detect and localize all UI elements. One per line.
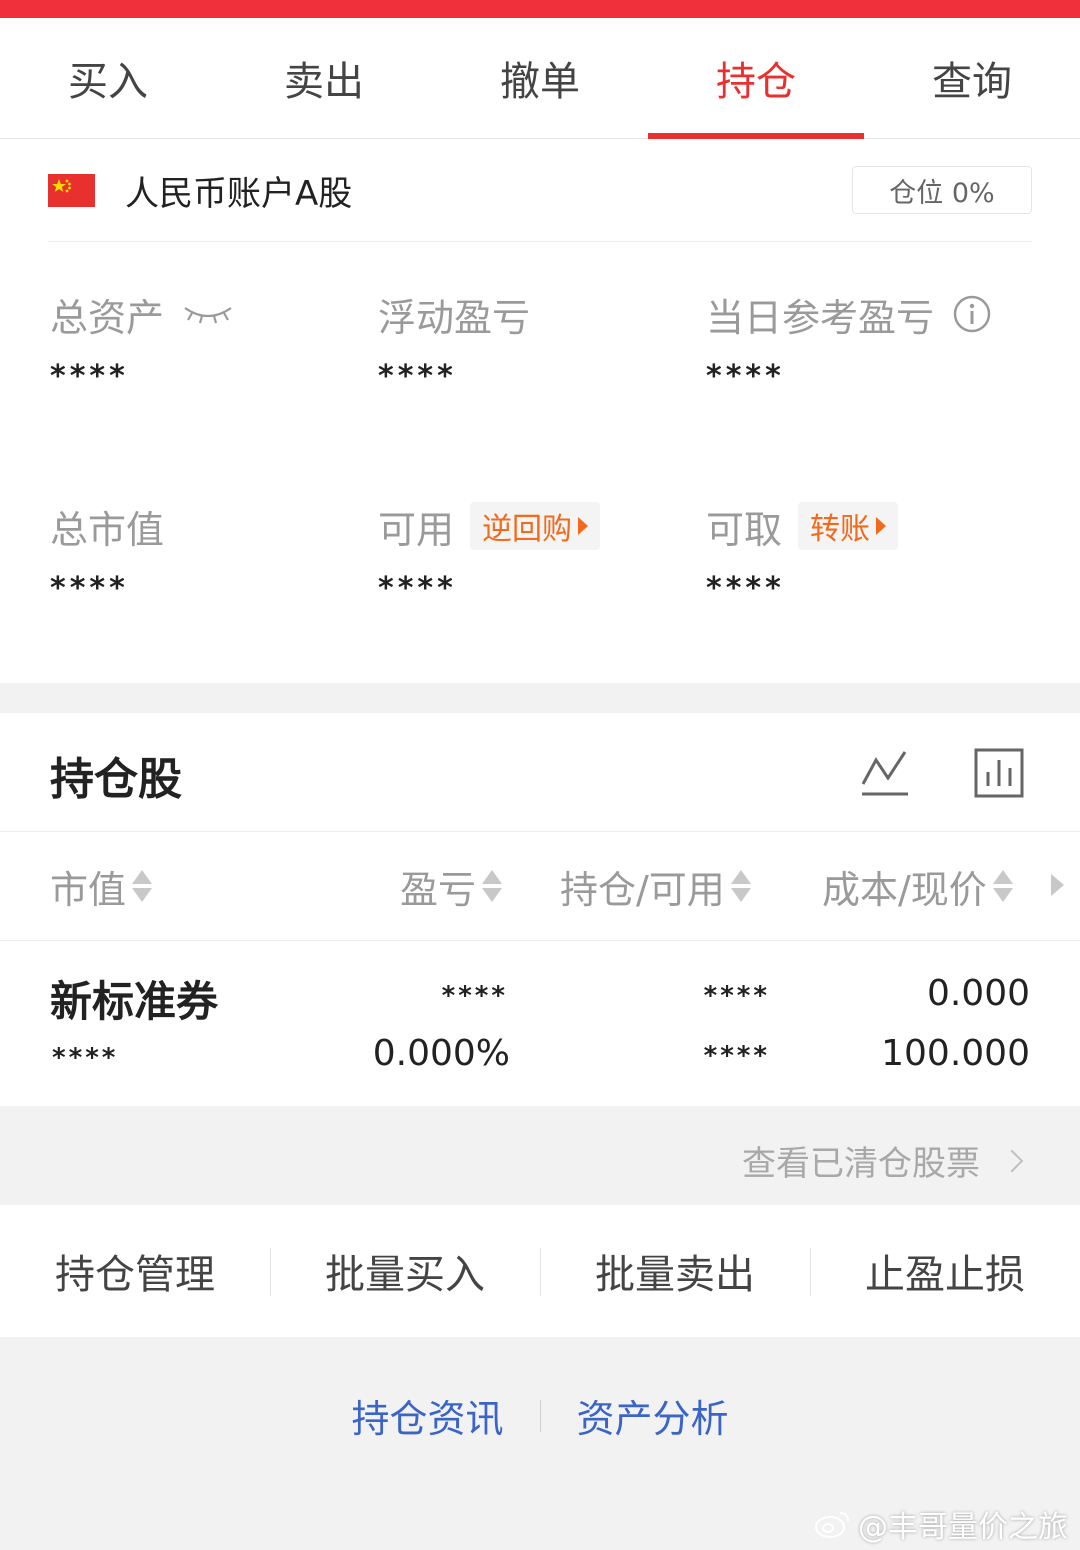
holdings-title: 持仓股 <box>50 754 182 805</box>
watermark: @丰哥量价之旅 <box>814 1502 1068 1546</box>
metric-value: **** <box>50 571 129 606</box>
column-market-value[interactable]: 市值 <box>50 832 153 940</box>
sort-icon <box>482 870 503 902</box>
weibo-icon <box>814 1509 852 1539</box>
column-label: 盈亏 <box>400 867 477 912</box>
chip-label: 逆回购 <box>482 512 573 547</box>
sort-icon <box>730 870 751 902</box>
metric-value: **** <box>378 359 457 394</box>
account-name[interactable]: 人民币账户A股 <box>125 166 352 215</box>
info-icon[interactable] <box>952 294 992 334</box>
holdings-panel: 持仓股 市值 盈亏 持仓/可用 成本/现价 新标准券 **** **** 0.0… <box>0 713 1080 1106</box>
asset-analysis-link[interactable]: 资产分析 <box>577 1388 729 1443</box>
tab-holdings[interactable]: 持仓 <box>648 18 864 139</box>
metric-value: **** <box>706 571 785 606</box>
divider <box>539 1399 541 1432</box>
metric-withdrawable: 可取 转账 **** <box>706 501 899 606</box>
stock-market-value: **** <box>52 1043 119 1073</box>
metric-available: 可用 逆回购 **** <box>378 501 601 606</box>
view-cleared-label: 查看已清仓股票 <box>742 1144 980 1184</box>
caret-right-icon <box>578 517 589 535</box>
stock-available: **** <box>703 1041 770 1071</box>
account-header: 人民币账户A股 仓位 0% <box>48 139 1032 242</box>
metric-label: 浮动盈亏 <box>378 295 531 340</box>
metric-label: 总市值 <box>50 507 165 552</box>
metric-value: **** <box>50 359 129 394</box>
metric-label: 可取 <box>706 507 783 552</box>
tab-buy[interactable]: 买入 <box>0 18 216 138</box>
status-bar <box>0 0 1080 18</box>
chip-label: 转账 <box>810 512 871 547</box>
tab-query[interactable]: 查询 <box>864 18 1080 138</box>
stock-pl-pct: 0.000% <box>372 1033 510 1074</box>
metric-daily-pl: 当日参考盈亏 **** <box>706 289 992 394</box>
tab-sell[interactable]: 卖出 <box>216 18 432 138</box>
position-management-button[interactable]: 持仓管理 <box>0 1242 270 1300</box>
stop-profit-loss-button[interactable]: 止盈止损 <box>810 1242 1080 1300</box>
metric-label: 当日参考盈亏 <box>706 295 935 340</box>
stock-name: 新标准券 <box>50 977 219 1026</box>
line-chart-icon[interactable] <box>860 748 910 798</box>
stock-cost: 0.000 <box>926 973 1030 1014</box>
sort-icon <box>992 870 1013 902</box>
chevron-right-icon <box>1000 1149 1024 1172</box>
metric-label: 可用 <box>378 507 455 552</box>
eye-closed-icon[interactable] <box>182 302 234 326</box>
metric-label: 总资产 <box>50 295 165 340</box>
column-pl[interactable]: 盈亏 <box>400 832 503 940</box>
holdings-toolbar <box>860 748 1024 798</box>
metric-total-assets: 总资产 **** <box>50 289 234 394</box>
column-label: 持仓/可用 <box>560 867 725 912</box>
sort-icon <box>132 870 153 902</box>
stock-position: **** <box>703 981 770 1011</box>
stock-pl: **** <box>441 981 508 1011</box>
batch-buy-button[interactable]: 批量买入 <box>270 1242 540 1300</box>
scroll-right-icon[interactable] <box>1051 874 1064 896</box>
position-badge: 仓位 0% <box>852 166 1032 214</box>
holdings-actions: 持仓管理 批量买入 批量卖出 止盈止损 <box>0 1205 1080 1337</box>
table-row[interactable]: 新标准券 **** **** 0.000% **** **** 0.000 10… <box>0 943 1080 1106</box>
metric-value: **** <box>378 571 457 606</box>
batch-sell-button[interactable]: 批量卖出 <box>540 1242 810 1300</box>
column-label: 市值 <box>50 867 127 912</box>
bar-chart-icon[interactable] <box>974 748 1024 798</box>
trade-tabs: 买入 卖出 撤单 持仓 查询 <box>0 18 1080 139</box>
holding-news-link[interactable]: 持仓资讯 <box>351 1388 503 1443</box>
holdings-column-header: 市值 盈亏 持仓/可用 成本/现价 <box>0 831 1080 941</box>
bottom-links: 持仓资讯 资产分析 <box>0 1388 1080 1443</box>
metric-value: **** <box>706 359 785 394</box>
stock-price: 100.000 <box>881 1033 1030 1074</box>
reverse-repo-button[interactable]: 逆回购 <box>470 502 601 550</box>
caret-right-icon <box>876 517 887 535</box>
metric-market-value: 总市值 **** <box>50 501 165 607</box>
metric-floating-pl: 浮动盈亏 **** <box>378 289 531 395</box>
tab-cancel[interactable]: 撤单 <box>432 18 648 138</box>
column-cost-price[interactable]: 成本/现价 <box>822 832 1013 940</box>
view-cleared-stocks-link[interactable]: 查看已清仓股票 <box>742 1136 1024 1185</box>
column-position[interactable]: 持仓/可用 <box>560 832 751 940</box>
china-flag-icon <box>48 173 95 207</box>
watermark-text: @丰哥量价之旅 <box>858 1510 1068 1545</box>
transfer-button[interactable]: 转账 <box>798 502 899 550</box>
account-panel: 人民币账户A股 仓位 0% 总资产 **** 浮动盈亏 **** 当日参考盈亏 <box>0 139 1080 683</box>
column-label: 成本/现价 <box>822 867 987 912</box>
